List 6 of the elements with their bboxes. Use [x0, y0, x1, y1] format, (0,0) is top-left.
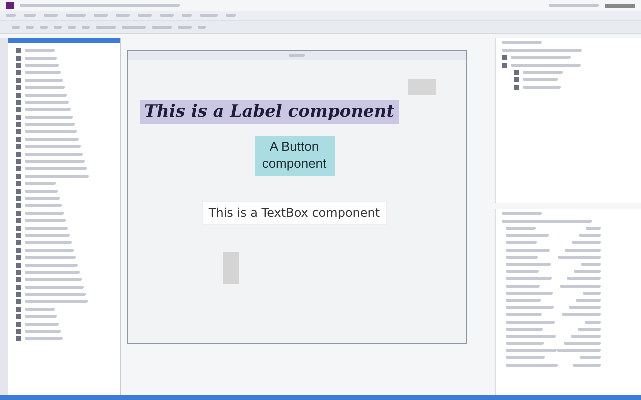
textbox-control[interactable]: This is a TextBox component	[202, 200, 388, 225]
control-placeholder	[223, 252, 239, 284]
app-logo-icon	[6, 2, 14, 9]
control-placeholder	[408, 79, 436, 95]
label-control: This is a Label component	[140, 100, 399, 124]
button-control[interactable]: A Button component	[254, 136, 334, 176]
